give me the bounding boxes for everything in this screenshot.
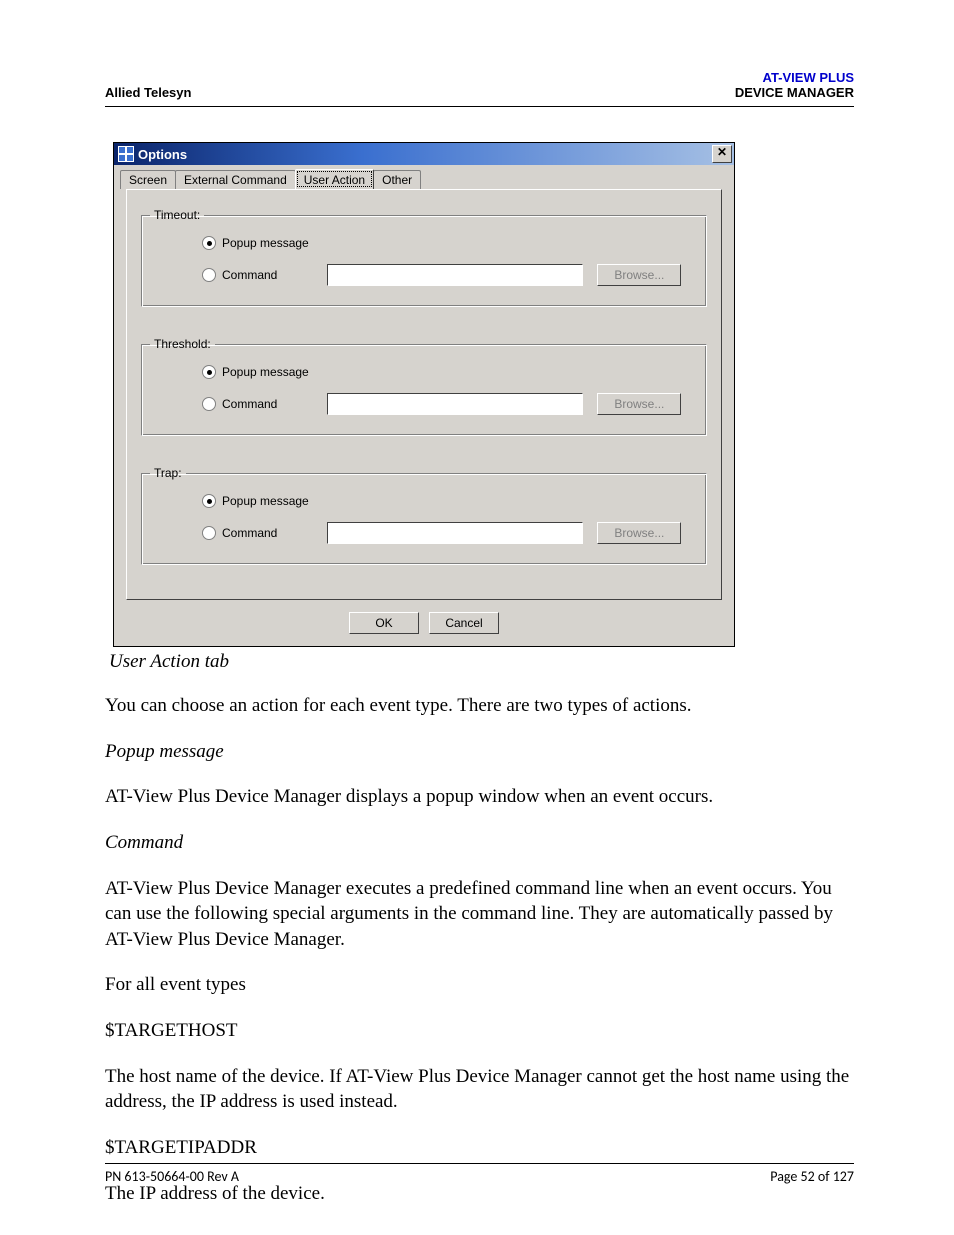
timeout-command-radio[interactable] bbox=[202, 268, 216, 282]
timeout-command-input[interactable] bbox=[327, 264, 583, 286]
trap-browse-button[interactable]: Browse... bbox=[597, 522, 681, 544]
trap-popup-label: Popup message bbox=[222, 494, 309, 508]
trap-command-input[interactable] bbox=[327, 522, 583, 544]
group-timeout: Timeout: Popup message Command Browse... bbox=[141, 208, 707, 307]
threshold-command-label: Command bbox=[222, 397, 277, 411]
arg-targetipaddr: $TARGETIPADDR bbox=[105, 1135, 854, 1161]
group-trap: Trap: Popup message Command Browse... bbox=[141, 466, 707, 565]
timeout-popup-label: Popup message bbox=[222, 236, 309, 250]
command-desc: AT-View Plus Device Manager executes a p… bbox=[105, 876, 854, 953]
tab-external-command[interactable]: External Command bbox=[175, 170, 296, 189]
intro-paragraph: You can choose an action for each event … bbox=[105, 693, 854, 719]
ok-button[interactable]: OK bbox=[349, 612, 419, 634]
cancel-button[interactable]: Cancel bbox=[429, 612, 499, 634]
group-threshold: Threshold: Popup message Command Browse.… bbox=[141, 337, 707, 436]
popup-desc: AT-View Plus Device Manager displays a p… bbox=[105, 784, 854, 810]
command-term: Command bbox=[105, 830, 854, 856]
group-trap-legend: Trap: bbox=[150, 466, 186, 480]
dialog-button-bar: OK Cancel bbox=[114, 600, 734, 646]
tab-user-action[interactable]: User Action bbox=[295, 169, 374, 189]
trap-popup-radio[interactable] bbox=[202, 494, 216, 508]
trap-command-label: Command bbox=[222, 526, 277, 540]
group-threshold-legend: Threshold: bbox=[150, 337, 215, 351]
threshold-command-input[interactable] bbox=[327, 393, 583, 415]
threshold-popup-label: Popup message bbox=[222, 365, 309, 379]
threshold-popup-radio[interactable] bbox=[202, 365, 216, 379]
doc-footer: PN 613-50664-00 Rev A Page 52 of 127 bbox=[105, 1163, 854, 1185]
footer-page: Page 52 of 127 bbox=[770, 1168, 854, 1185]
dialog-title: Options bbox=[138, 147, 712, 162]
all-events-heading: For all event types bbox=[105, 972, 854, 998]
tab-other[interactable]: Other bbox=[373, 170, 421, 189]
trap-command-radio[interactable] bbox=[202, 526, 216, 540]
timeout-popup-radio[interactable] bbox=[202, 236, 216, 250]
tabstrip: Screen External Command User Action Othe… bbox=[114, 165, 734, 600]
threshold-browse-button[interactable]: Browse... bbox=[597, 393, 681, 415]
doc-header-left: Allied Telesyn bbox=[105, 85, 191, 100]
doc-header: Allied Telesyn AT-VIEW PLUS DEVICE MANAG… bbox=[105, 70, 854, 107]
options-dialog: Options ✕ Screen External Command User A… bbox=[113, 142, 735, 647]
arg-targethost: $TARGETHOST bbox=[105, 1018, 854, 1044]
doc-header-module: DEVICE MANAGER bbox=[735, 85, 854, 100]
popup-term: Popup message bbox=[105, 739, 854, 765]
threshold-command-radio[interactable] bbox=[202, 397, 216, 411]
body-text: You can choose an action for each event … bbox=[105, 693, 854, 1206]
group-timeout-legend: Timeout: bbox=[150, 208, 204, 222]
timeout-browse-button[interactable]: Browse... bbox=[597, 264, 681, 286]
footer-pn: PN 613-50664-00 Rev A bbox=[105, 1168, 239, 1185]
close-button[interactable]: ✕ bbox=[712, 145, 732, 163]
doc-header-product: AT-VIEW PLUS bbox=[735, 70, 854, 85]
figure-caption: User Action tab bbox=[109, 651, 854, 673]
tab-screen[interactable]: Screen bbox=[120, 170, 176, 189]
app-icon bbox=[118, 146, 134, 162]
tabpanel-user-action: Timeout: Popup message Command Browse...… bbox=[126, 189, 722, 600]
timeout-command-label: Command bbox=[222, 268, 277, 282]
dialog-titlebar: Options ✕ bbox=[114, 143, 734, 165]
arg-targethost-desc: The host name of the device. If AT-View … bbox=[105, 1064, 854, 1115]
